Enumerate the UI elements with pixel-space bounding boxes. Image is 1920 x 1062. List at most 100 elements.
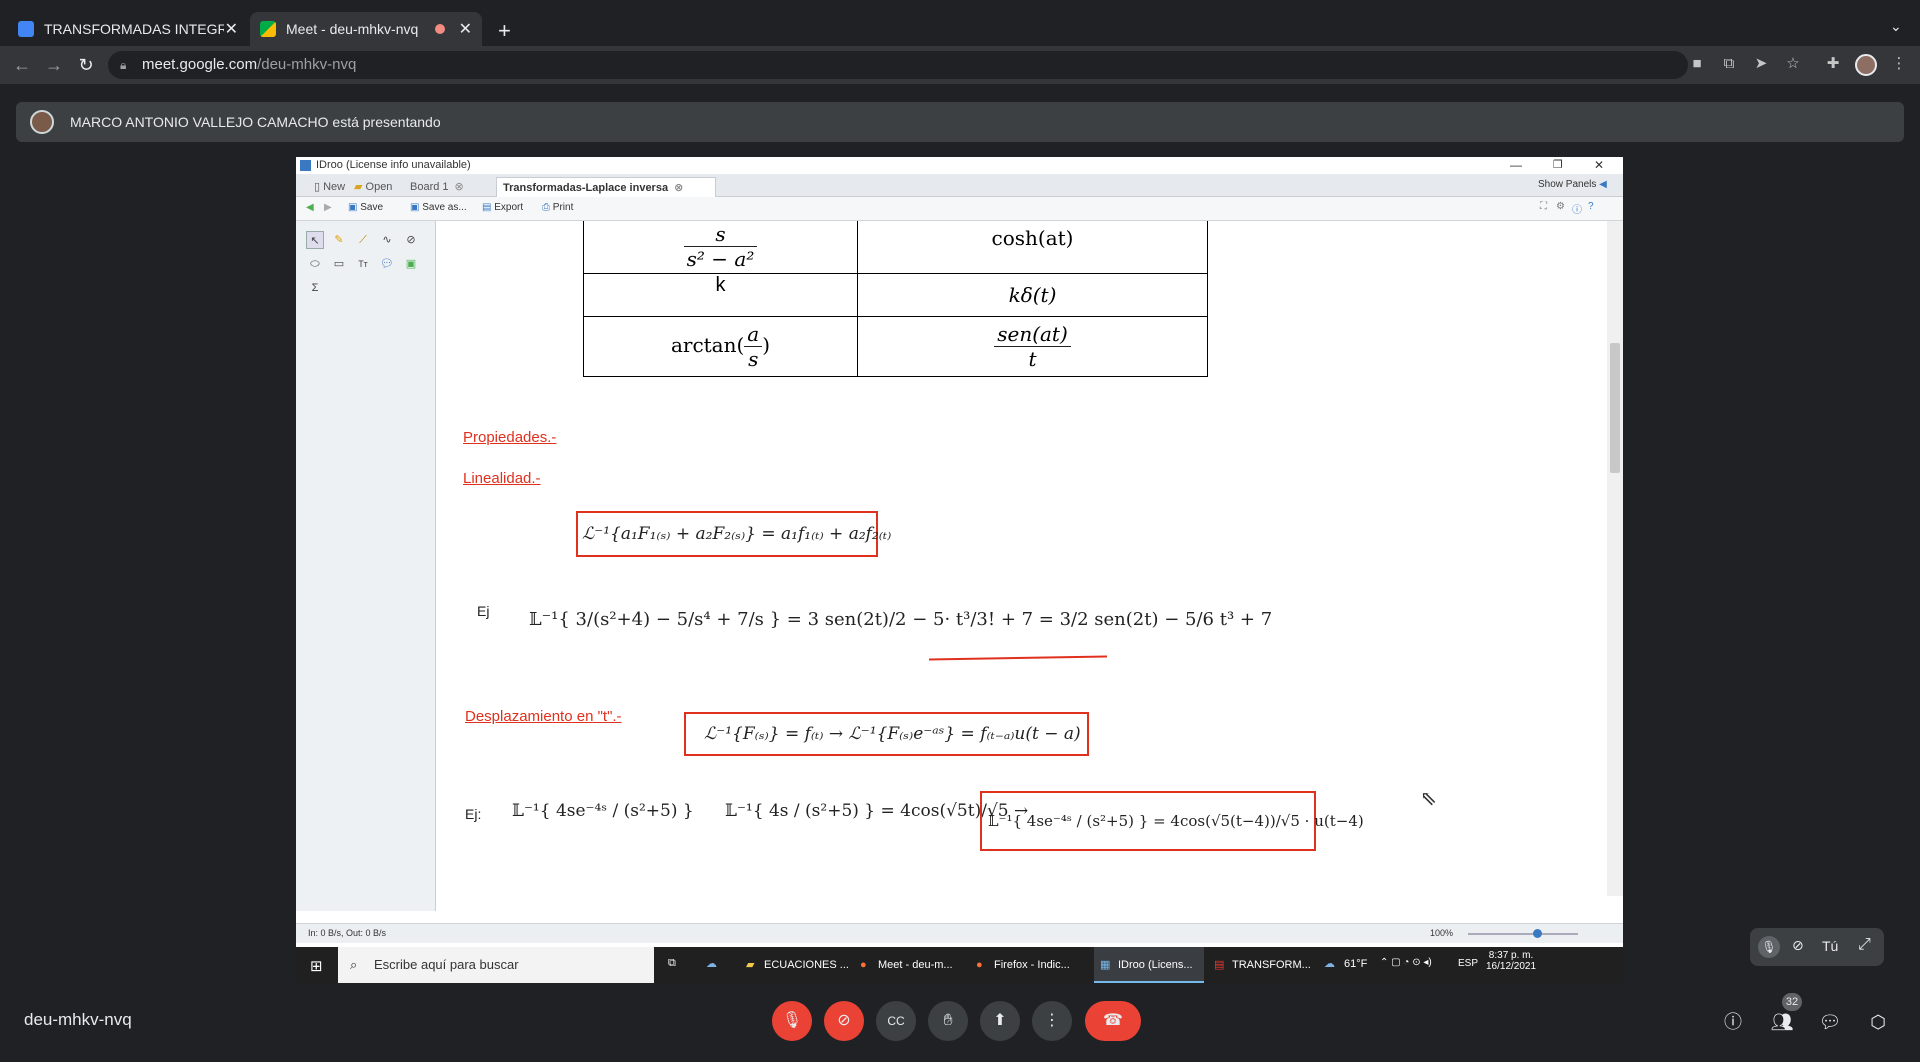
highlighter-tool-icon[interactable]: ⟋ (354, 231, 372, 249)
camera-toggle-button[interactable]: ⊘ (824, 1001, 864, 1041)
open-external-icon[interactable]: ⧉ (1718, 53, 1740, 75)
info-icon[interactable]: ⓘ (1572, 201, 1582, 216)
recording-icon (434, 24, 445, 34)
print-icon: ⎙ (542, 202, 553, 213)
more-options-button[interactable]: ⋮ (1032, 1001, 1072, 1041)
tab-transformadas[interactable]: TRANSFORMADAS INTEGRAL ✕ (8, 12, 248, 46)
restore-icon[interactable]: ❐ (1553, 157, 1563, 174)
present-icon: ⬆ (993, 1012, 1007, 1029)
back-icon[interactable]: ◀ (306, 202, 314, 213)
image-tool-icon[interactable]: ▣ (402, 255, 420, 273)
show-panels-button[interactable]: Show Panels ◀ (1538, 179, 1607, 190)
activities-icon[interactable]: ⬡ (1866, 1010, 1890, 1034)
save-as-button[interactable]: ▣ Save as... (410, 202, 467, 213)
clock[interactable]: 8:37 p. m. 16/12/2021 (1486, 950, 1536, 972)
close-tab-icon[interactable]: ⊗ (455, 181, 464, 193)
tab-board1[interactable]: Board 1 ⊗ (404, 177, 492, 197)
taskbar-app-label: TRANSFORM... (1232, 959, 1311, 971)
close-icon[interactable]: ✕ (225, 19, 238, 39)
taskbar-app-idroo[interactable]: ▦ IDroo (Licens... (1094, 947, 1204, 983)
weather-icon[interactable]: ☁ (1324, 957, 1335, 970)
open-button[interactable]: ▰ Open (348, 177, 398, 197)
ellipse-tool-icon[interactable]: ⬭ (306, 255, 324, 273)
meeting-details-icon[interactable]: ⓘ (1721, 1010, 1745, 1034)
windows-start-icon[interactable]: ⊞ (310, 957, 323, 975)
back-icon[interactable]: ← (10, 53, 34, 77)
forward-icon[interactable]: → (42, 53, 66, 77)
app-icon[interactable]: ☁ (706, 957, 717, 970)
underline-annotation (928, 655, 1108, 661)
fullscreen-icon[interactable]: ⛶ (1540, 201, 1547, 212)
save-as-icon: ▣ (410, 202, 423, 213)
search-placeholder: Escribe aquí para buscar (374, 957, 519, 972)
mouse-cursor-icon: ⇖ (1420, 786, 1437, 810)
close-tab-icon[interactable]: ⊗ (674, 182, 683, 194)
present-button[interactable]: ⬆ (980, 1001, 1020, 1041)
bookmark-star-icon[interactable]: ☆ (1782, 53, 1804, 75)
save-button[interactable]: ▣ Save (348, 202, 383, 213)
leave-call-button[interactable]: ☎︎ (1085, 1001, 1141, 1041)
idroo-tab-bar: ▯ New ▰ Open Board 1 ⊗ Transformadas-Lapl… (296, 174, 1623, 197)
zoom-slider-handle[interactable] (1533, 929, 1542, 938)
vertical-scrollbar[interactable] (1607, 221, 1623, 896)
scrollbar-thumb[interactable] (1610, 343, 1620, 473)
tray-icons[interactable]: ⌃ ▢ ◔ ⊙ ◂) (1380, 957, 1432, 968)
firefox-icon: ● (860, 959, 867, 971)
chat-icon[interactable]: 💬︎ (1818, 1010, 1842, 1034)
print-button[interactable]: ⎙ Print (542, 202, 573, 213)
self-label: Tú (1822, 938, 1839, 954)
profile-avatar[interactable] (1855, 54, 1877, 76)
tab-current-board[interactable]: Transformadas-Laplace inversa ⊗ (496, 177, 716, 197)
eraser-tool-icon[interactable]: ⊘ (402, 231, 420, 249)
help-icon[interactable]: ? (1588, 201, 1594, 212)
presenter-text: MARCO ANTONIO VALLEJO CAMACHO está prese… (70, 114, 441, 130)
settings-icon[interactable]: ⚙ (1556, 201, 1565, 212)
forward-icon[interactable]: ▶ (324, 202, 332, 213)
url-input[interactable]: 🔒︎ meet.google.com/deu-mhkv-nvq (108, 51, 1688, 79)
comment-tool-icon[interactable]: 💬︎ (378, 255, 396, 273)
close-icon[interactable]: ✕ (459, 19, 472, 39)
pencil-tool-icon[interactable]: ✎ (330, 231, 348, 249)
equation-tool-icon[interactable]: Σ (306, 279, 324, 297)
new-label: New (323, 181, 346, 193)
reload-icon[interactable]: ↻ (74, 53, 98, 77)
mic-toggle-button[interactable]: 🎙︎ (772, 1001, 812, 1041)
expand-icon[interactable]: ⤢ (1858, 936, 1871, 954)
rectangle-tool-icon[interactable]: ▭ (330, 255, 348, 273)
camera-icon[interactable]: ■ (1686, 53, 1708, 75)
taskbar-app-meet[interactable]: ● Meet - deu-m... (854, 947, 966, 983)
pdf-icon: ▤ (1214, 959, 1225, 971)
taskbar-app-firefox[interactable]: ● Firefox - Indic... (970, 947, 1090, 983)
tab-meet[interactable]: Meet - deu-mhkv-nvq ✕ (250, 12, 482, 46)
new-tab-button[interactable]: + (498, 18, 511, 44)
captions-button[interactable]: CC (876, 1001, 916, 1041)
menu-icon[interactable]: ⋮ (1888, 53, 1910, 75)
taskbar-app-label: Firefox - Indic... (994, 959, 1070, 971)
send-icon[interactable]: ➤ (1750, 53, 1772, 75)
taskbar-app-ecuaciones[interactable]: ▰ ECUACIONES ... (740, 947, 850, 983)
raise-hand-button[interactable]: ✋︎ (928, 1001, 968, 1041)
idroo-window-title: IDroo (License info unavailable) — ❐ ✕ (296, 157, 1623, 174)
select-tool-icon[interactable]: ↖ (306, 231, 324, 249)
close-window-icon[interactable]: ✕ (1594, 157, 1604, 174)
people-icon[interactable]: 👥︎ (1770, 1010, 1794, 1034)
folder-icon: ▰ (746, 959, 755, 971)
taskbar-app-pdf[interactable]: ▤ TRANSFORM... (1208, 947, 1318, 983)
minimize-icon[interactable]: — (1510, 157, 1522, 174)
taskbar-search-input[interactable]: ⌕ Escribe aquí para buscar (338, 947, 654, 983)
export-button[interactable]: ▤ Export (482, 202, 523, 213)
self-view-tile[interactable]: 🎙︎ ⊘ Tú ⤢ (1750, 928, 1884, 966)
zoom-slider[interactable] (1468, 933, 1578, 935)
tool-panel: ↖ ✎ ⟋ ∿ ⊘ ⬭ ▭ Tт 💬︎ ▣ Σ (296, 221, 436, 911)
window-title-text: IDroo (License info unavailable) (316, 159, 471, 171)
tab-search-icon[interactable]: ⌄ (1890, 18, 1902, 35)
export-icon: ▤ (482, 202, 495, 213)
task-view-icon[interactable]: ⧉ (668, 957, 676, 970)
text-tool-icon[interactable]: Tт (354, 255, 372, 273)
desplazamiento-formula: ℒ⁻¹{F₍ₛ₎} = f₍ₜ₎ → ℒ⁻¹{F₍ₛ₎e⁻ᵃˢ} = f₍ₜ₋ₐ… (684, 712, 1089, 756)
language-indicator[interactable]: ESP (1458, 958, 1478, 969)
extensions-icon[interactable]: ✚ (1822, 53, 1844, 75)
current-board-label: Transformadas-Laplace inversa (503, 182, 669, 194)
new-board-button[interactable]: ▯ New (308, 177, 351, 197)
curve-tool-icon[interactable]: ∿ (378, 231, 396, 249)
